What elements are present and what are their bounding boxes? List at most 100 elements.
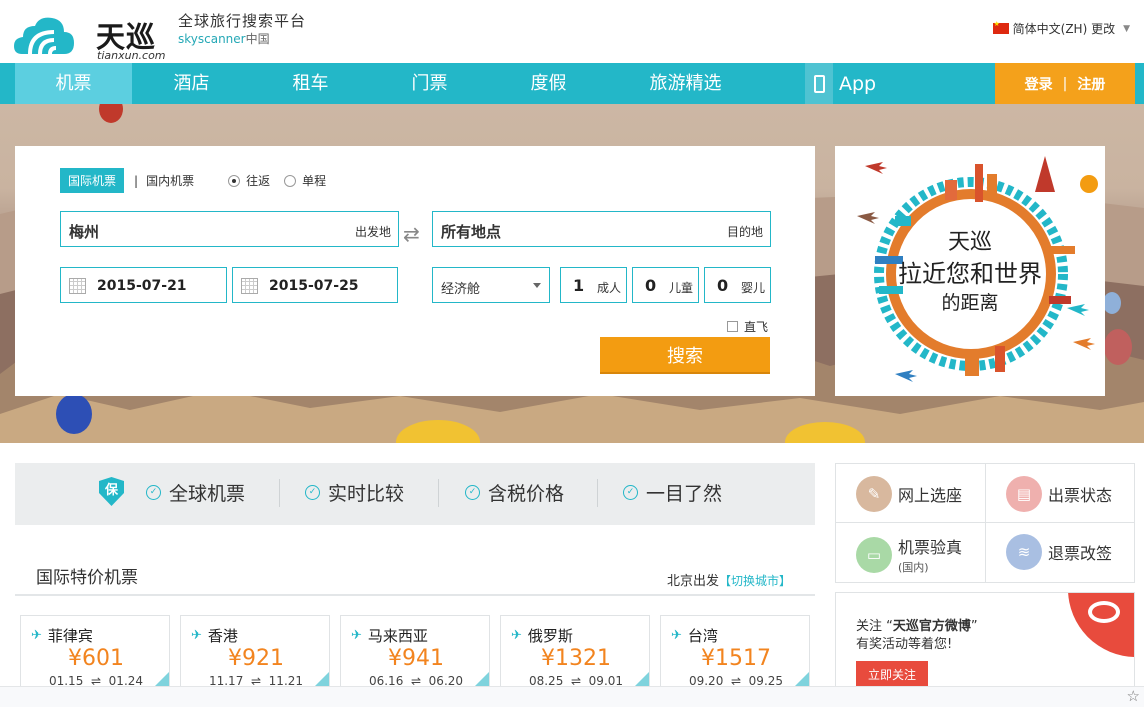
radio-round-trip[interactable]: 往返	[228, 172, 270, 189]
services-grid: ✎ 网上选座 ▤ 出票状态 ▭ 机票验真 (国内) ≋ 退票改签	[835, 463, 1135, 583]
page: 天巡 tianxun.com 全球旅行搜索平台 skyscanner中国 简体中…	[0, 0, 1144, 707]
origin-value: 梅州	[69, 223, 100, 241]
deal-price: ¥601	[68, 646, 124, 671]
chevron-down-icon: ▼	[1123, 23, 1130, 34]
nav-item-app[interactable]: App	[805, 63, 876, 104]
service-ticket-status[interactable]: ▤ 出票状态	[1006, 476, 1112, 512]
features-bar: 保 ✓ 全球机票 ✓ 实时比较 ✓ 含税价格 ✓ 一目了然	[15, 463, 815, 525]
hero-promo-banner[interactable]: 天巡 拉近您和世界 的距离	[835, 146, 1105, 396]
service-seat-selection[interactable]: ✎ 网上选座	[856, 476, 962, 512]
radio-round-trip-label: 往返	[246, 174, 271, 188]
tab-separator: |	[134, 173, 139, 188]
deal-destination: ✈ 马来西亚	[351, 625, 428, 646]
deals-divider	[15, 594, 815, 596]
weibo-icon	[1068, 593, 1134, 657]
header: 天巡 tianxun.com 全球旅行搜索平台 skyscanner中国 简体中…	[0, 0, 1144, 63]
check-circle-icon: ✓	[146, 485, 161, 500]
return-date-value: 2015-07-25	[269, 278, 359, 294]
login-register: 登录 | 注册	[995, 63, 1135, 104]
plane-icon: ✈	[191, 628, 202, 643]
corner-tag	[475, 672, 489, 686]
calendar-icon	[69, 278, 86, 294]
logo[interactable]: 天巡 tianxun.com	[14, 8, 166, 62]
deals-origin: 北京出发【切换城市】	[667, 570, 791, 589]
switch-city-link[interactable]: 【切换城市】	[719, 574, 791, 588]
deal-destination: ✈ 香港	[191, 625, 238, 646]
nav-item-holidays[interactable]: 度假	[490, 63, 607, 104]
infants-count: 0	[717, 276, 729, 295]
deal-destination-label: 香港	[207, 627, 238, 645]
tab-international-flights[interactable]: 国际机票	[60, 168, 125, 193]
search-button[interactable]: 搜索	[600, 337, 770, 372]
plane-icon: ✈	[511, 628, 522, 643]
checkbox-icon	[727, 321, 738, 332]
deal-price: ¥1517	[701, 646, 771, 671]
weibo-prefix: 关注 “	[856, 619, 893, 634]
feature-tax-included: ✓ 含税价格	[465, 479, 564, 506]
feature-label: 全球机票	[169, 483, 246, 505]
destination-value: 所有地点	[441, 223, 502, 241]
nav-item-travel-picks[interactable]: 旅游精选	[627, 63, 744, 104]
grid-divider	[985, 464, 986, 582]
return-date-field[interactable]: 2015-07-25	[232, 267, 398, 303]
follow-button[interactable]: 立即关注	[856, 661, 928, 687]
feature-divider	[279, 479, 280, 507]
infants-label: 婴儿	[740, 281, 765, 295]
radio-one-way-label: 单程	[302, 174, 327, 188]
children-field[interactable]: 0 儿童	[632, 267, 699, 303]
corner-tag	[155, 672, 169, 686]
feature-label: 一目了然	[646, 483, 723, 505]
deal-destination-label: 马来西亚	[367, 627, 428, 645]
service-label: 机票验真	[898, 538, 963, 557]
deal-price: ¥1321	[541, 646, 611, 671]
destination-hint: 目的地	[726, 225, 763, 239]
deal-destination-label: 俄罗斯	[527, 627, 573, 645]
feature-at-a-glance: ✓ 一目了然	[623, 479, 722, 506]
tab-domestic-flights[interactable]: 国内机票	[146, 172, 194, 189]
feature-realtime-compare: ✓ 实时比较	[305, 479, 404, 506]
service-label-group: 机票验真 (国内)	[898, 534, 962, 575]
deal-destination-label: 台湾	[687, 627, 718, 645]
children-count: 0	[645, 276, 657, 295]
grid-divider	[836, 522, 1134, 523]
adults-count: 1	[573, 276, 585, 295]
language-selector[interactable]: 简体中文(ZH) 更改 ▼	[992, 20, 1130, 37]
radio-checked-icon	[228, 174, 241, 187]
service-ticket-verify[interactable]: ▭ 机票验真 (国内)	[856, 534, 962, 575]
plane-icon: ✈	[31, 628, 42, 643]
feature-divider	[438, 479, 439, 507]
deal-destination: ✈ 菲律宾	[31, 625, 93, 646]
promo-line-3: 的距离	[941, 292, 999, 314]
nav-item-tickets[interactable]: 门票	[371, 63, 488, 104]
deal-price: ¥941	[388, 646, 444, 671]
shield-icon: 保	[99, 477, 124, 506]
service-label: 退票改签	[1048, 544, 1113, 563]
promo-line-1: 天巡	[947, 230, 992, 255]
tagline-sub-cn: 中国	[245, 32, 270, 46]
login-link[interactable]: 登录	[1025, 74, 1053, 94]
weibo-suffix: ”	[970, 619, 978, 634]
nav-item-hotels[interactable]: 酒店	[133, 63, 250, 104]
cabin-class-select[interactable]: 经济舱	[432, 267, 550, 303]
origin-field[interactable]: 梅州 出发地	[60, 211, 399, 247]
swap-icon[interactable]: ⇄	[403, 222, 420, 246]
feature-divider	[597, 479, 598, 507]
nav-app-label: App	[839, 72, 877, 95]
depart-date-field[interactable]: 2015-07-21	[60, 267, 227, 303]
radio-one-way[interactable]: 单程	[284, 172, 326, 189]
search-tabs: 国际机票 | 国内机票 往返 单程	[60, 168, 340, 193]
nav-item-flights[interactable]: 机票	[15, 63, 132, 104]
nav-item-car-rental[interactable]: 租车	[252, 63, 369, 104]
infants-field[interactable]: 0 婴儿	[704, 267, 771, 303]
service-label: 网上选座	[898, 486, 963, 505]
service-refund-change[interactable]: ≋ 退票改签	[1006, 534, 1112, 570]
direct-flight-checkbox[interactable]: 直飞	[727, 318, 768, 335]
monitor-icon: ▭	[856, 536, 892, 573]
plane-icon: ✈	[671, 628, 682, 643]
deals-origin-label: 北京出发	[667, 574, 720, 589]
flight-search-panel: 国际机票 | 国内机票 往返 单程 梅州 出发地 ⇄ 所有地点 目的地 2015…	[15, 146, 815, 396]
destination-field[interactable]: 所有地点 目的地	[432, 211, 771, 247]
register-link[interactable]: 注册	[1077, 74, 1105, 94]
adults-field[interactable]: 1 成人	[560, 267, 627, 303]
star-icon[interactable]: ☆	[1127, 687, 1140, 705]
